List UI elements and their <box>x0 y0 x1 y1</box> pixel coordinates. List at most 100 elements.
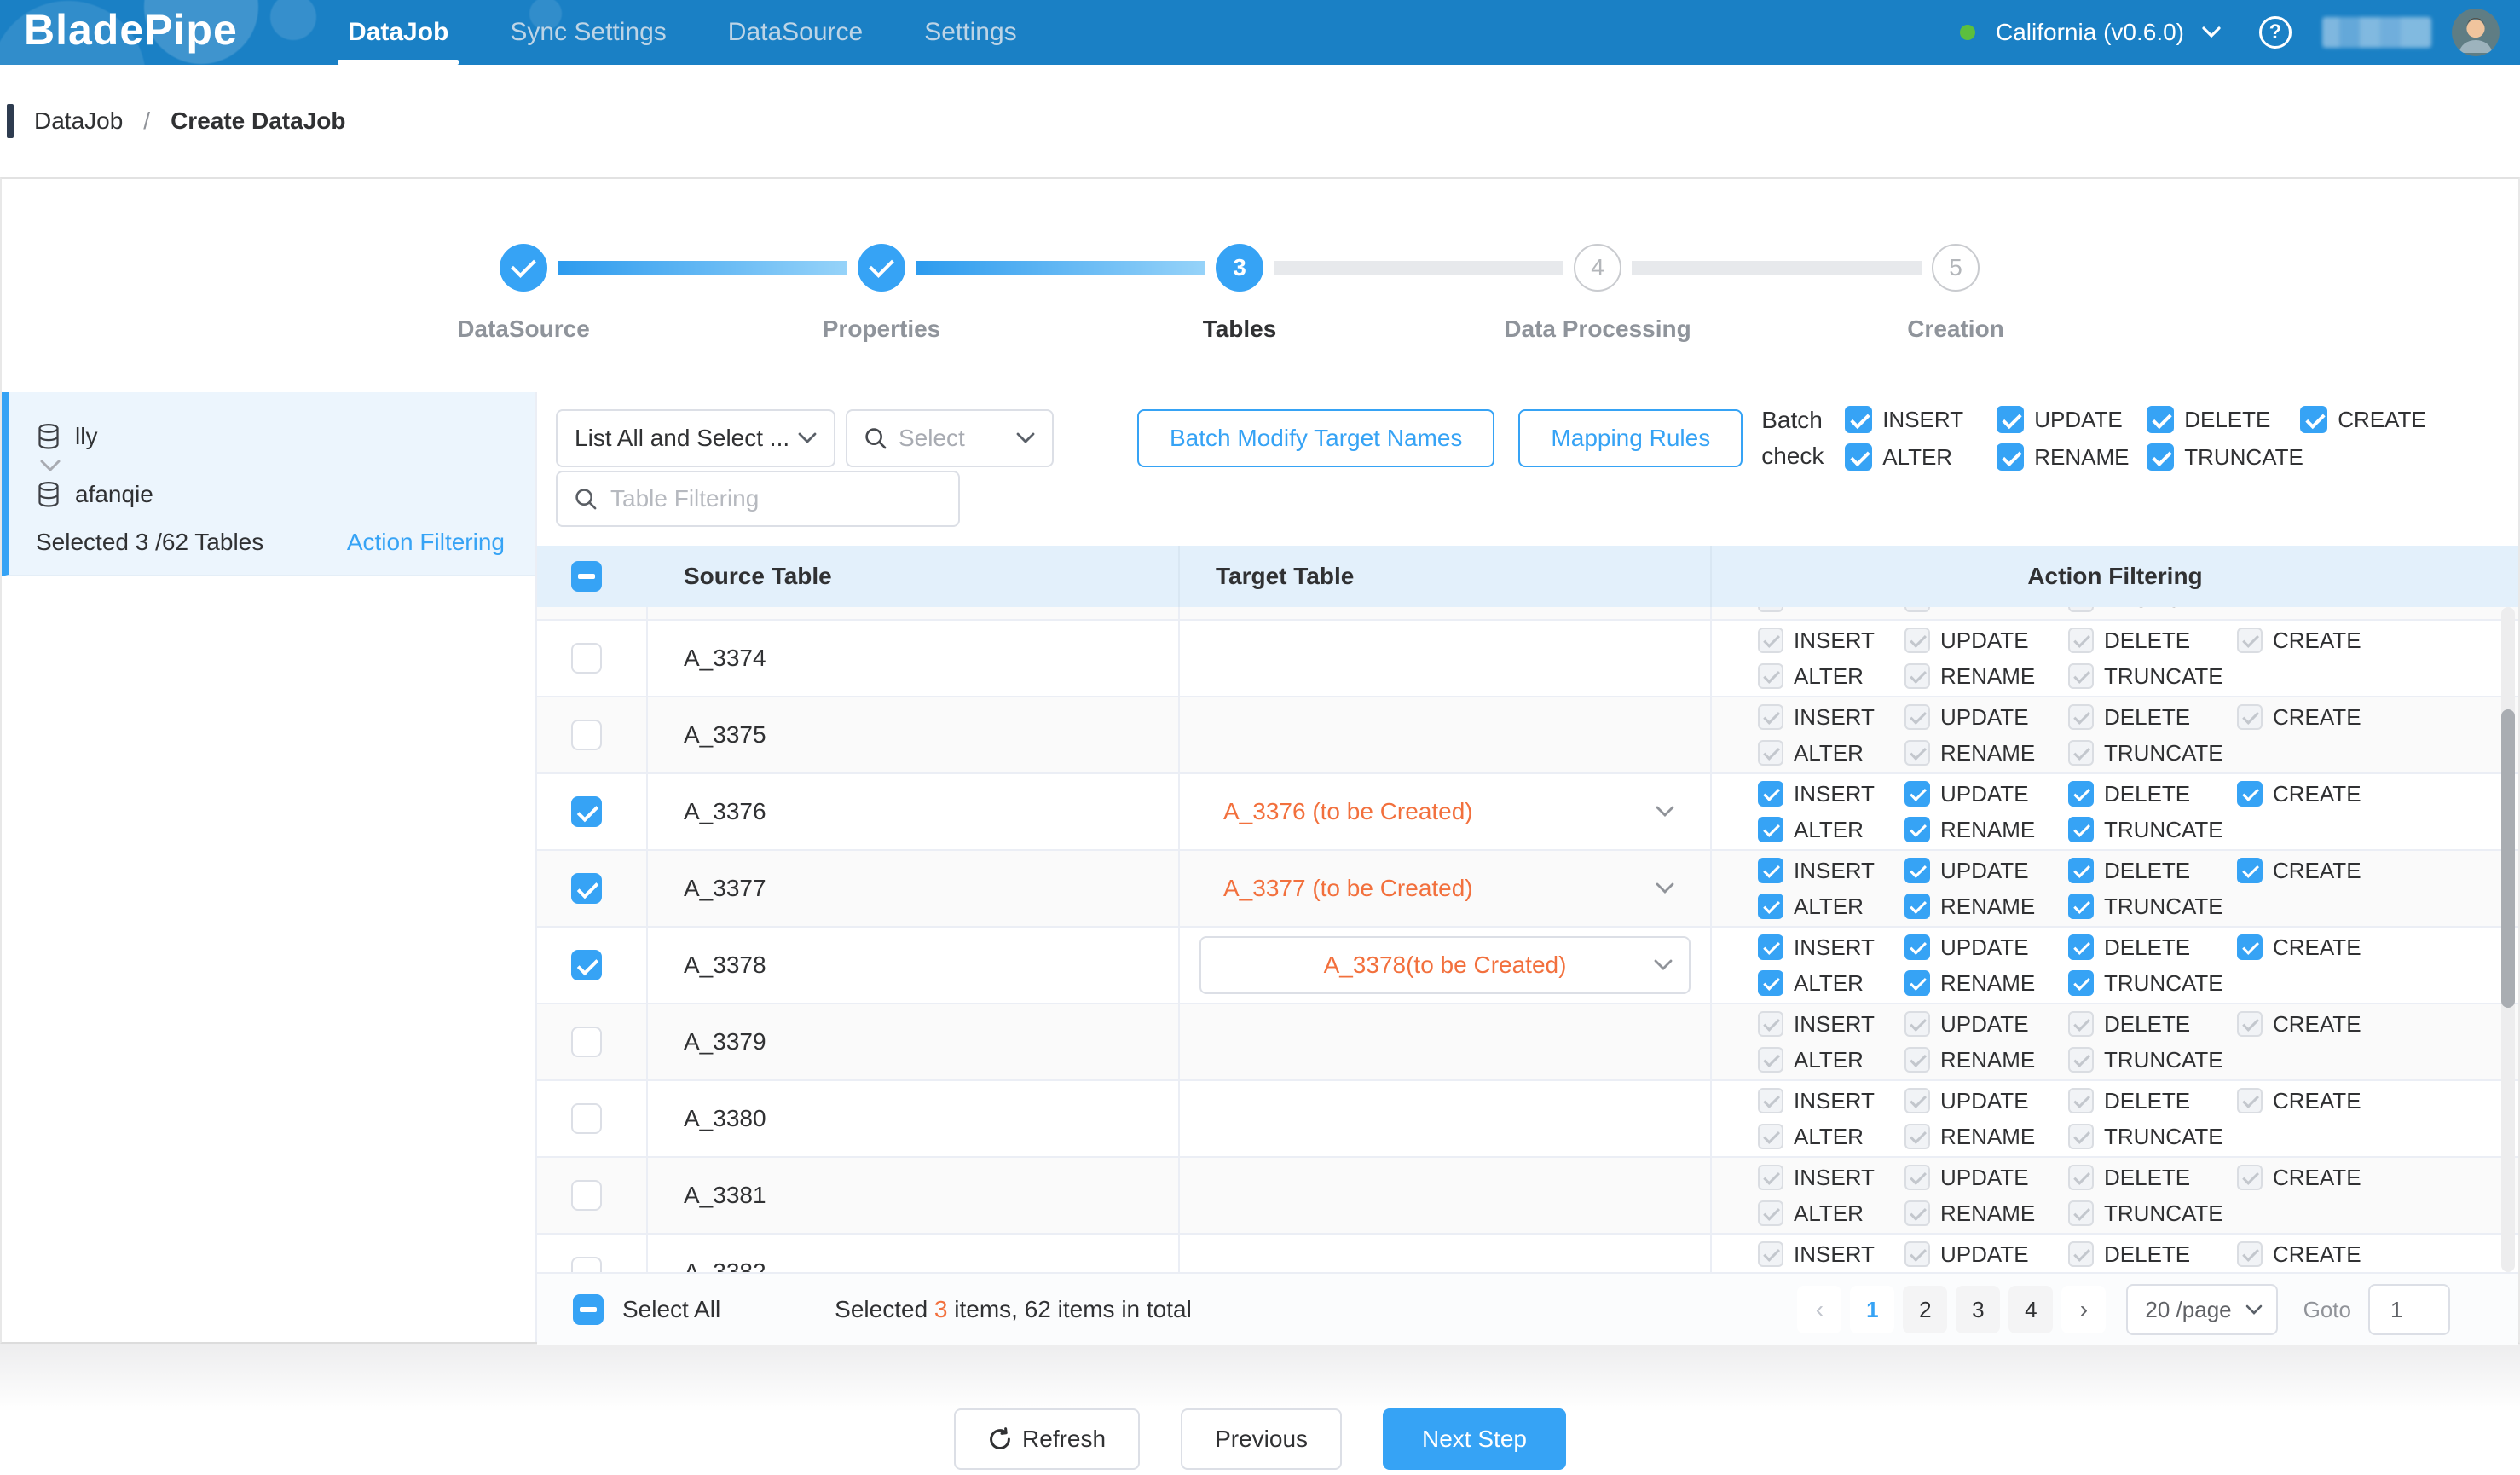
action-filtering-cell: INSERTUPDATEDELETECREATEALTERRENAMETRUNC… <box>1712 1235 2518 1272</box>
table-row: A_3378 A_3378(to be Created) INSERTUPDAT… <box>537 928 2518 1004</box>
delete-checkbox[interactable] <box>2068 858 2094 883</box>
insert-checkbox[interactable] <box>1845 406 1872 433</box>
select-all-checkbox[interactable] <box>573 1294 604 1325</box>
row-checkbox[interactable] <box>571 950 602 980</box>
truncate-checkbox[interactable] <box>2068 970 2094 996</box>
action-checkbox-delete: DELETE <box>2068 858 2237 884</box>
alter-checkbox[interactable] <box>1758 894 1783 919</box>
batch-modify-target-names-button[interactable]: Batch Modify Target Names <box>1137 409 1494 467</box>
chevron-down-icon[interactable] <box>2201 26 2222 39</box>
pagination-page-1[interactable]: 1 <box>1850 1286 1894 1333</box>
pagination-prev-button[interactable]: ‹ <box>1797 1286 1841 1333</box>
alter-checkbox <box>1758 1200 1783 1226</box>
create-checkbox[interactable] <box>2237 858 2263 883</box>
list-mode-select[interactable]: List All and Select ... <box>556 409 835 467</box>
alter-checkbox[interactable] <box>1758 817 1783 842</box>
row-checkbox[interactable] <box>571 643 602 674</box>
select-page-checkbox[interactable] <box>571 561 602 592</box>
schema-mapping-item[interactable]: lly afanqie <box>2 392 535 576</box>
insert-checkbox[interactable] <box>1758 934 1783 960</box>
row-checkbox[interactable] <box>571 796 602 827</box>
brand-logo[interactable]: BladePipe <box>0 0 321 65</box>
mapping-rules-button[interactable]: Mapping Rules <box>1518 409 1743 467</box>
pagination-page-2[interactable]: 2 <box>1903 1286 1947 1333</box>
row-checkbox[interactable] <box>571 720 602 750</box>
target-table-select[interactable]: A_3377 (to be Created) <box>1199 859 1691 917</box>
target-table-select[interactable]: A_3378(to be Created) <box>1199 936 1691 994</box>
avatar[interactable] <box>2452 9 2500 56</box>
row-checkbox[interactable] <box>571 1027 602 1057</box>
goto-page-input[interactable] <box>2368 1284 2450 1335</box>
row-checkbox[interactable] <box>571 1180 602 1211</box>
update-checkbox[interactable] <box>1904 858 1930 883</box>
update-checkbox[interactable] <box>1904 781 1930 807</box>
page-size-select[interactable]: 20 /page <box>2126 1284 2277 1335</box>
cluster-version-label[interactable]: California (v0.6.0) <box>1996 19 2184 46</box>
action-checkbox-truncate: TRUNCATE <box>2147 443 2300 471</box>
next-step-button[interactable]: Next Step <box>1383 1408 1566 1470</box>
table-select-dropdown[interactable]: Select <box>846 409 1054 467</box>
delete-checkbox[interactable] <box>2147 406 2174 433</box>
step-circle-datasource[interactable] <box>500 244 547 292</box>
pagination-page-3[interactable]: 3 <box>1956 1286 2000 1333</box>
delete-checkbox <box>2068 1011 2094 1037</box>
nav-tab-datajob[interactable]: DataJob <box>321 0 476 65</box>
action-checkbox-create: CREATE <box>2237 781 2518 807</box>
target-table-select[interactable]: A_3376 (to be Created) <box>1199 783 1691 841</box>
step-circle-tables[interactable]: 3 <box>1216 244 1263 292</box>
checkbox-label: INSERT <box>1794 1011 1875 1038</box>
alter-checkbox[interactable] <box>1845 443 1872 471</box>
alter-checkbox[interactable] <box>1758 970 1783 996</box>
update-checkbox[interactable] <box>1904 934 1930 960</box>
checkbox-label: UPDATE <box>1940 704 2029 731</box>
truncate-checkbox <box>2068 740 2094 766</box>
truncate-checkbox[interactable] <box>2068 894 2094 919</box>
update-checkbox[interactable] <box>1997 406 2024 433</box>
delete-checkbox[interactable] <box>2068 781 2094 807</box>
checkbox-label: TRUNCATE <box>2104 970 2223 997</box>
create-checkbox[interactable] <box>2237 934 2263 960</box>
action-checkbox-insert: INSERT <box>1758 858 1904 884</box>
action-filtering-link[interactable]: Action Filtering <box>347 529 505 556</box>
row-checkbox[interactable] <box>571 873 602 904</box>
source-table-name: A_3375 <box>684 721 766 749</box>
nav-tab-settings[interactable]: Settings <box>897 0 1043 65</box>
target-table-name: A_3378(to be Created) <box>1201 952 1689 979</box>
action-checkbox-alter: ALTER <box>1758 607 1904 613</box>
row-checkbox[interactable] <box>571 1103 602 1134</box>
table-filter-input[interactable] <box>610 485 941 512</box>
checkbox-label: DELETE <box>2184 407 2270 433</box>
row-checkbox[interactable] <box>571 1257 602 1272</box>
rename-checkbox[interactable] <box>1904 970 1930 996</box>
insert-checkbox[interactable] <box>1758 858 1783 883</box>
vertical-scrollbar[interactable] <box>2501 607 2515 1272</box>
update-checkbox <box>1904 1165 1930 1190</box>
update-checkbox <box>1904 1011 1930 1037</box>
refresh-button[interactable]: Refresh <box>954 1408 1140 1470</box>
delete-checkbox[interactable] <box>2068 934 2094 960</box>
checkbox-label: INSERT <box>1794 1088 1875 1114</box>
nav-tab-datasource[interactable]: DataSource <box>701 0 890 65</box>
create-checkbox[interactable] <box>2300 406 2327 433</box>
action-checkbox-alter: ALTER <box>1758 1200 1904 1227</box>
truncate-checkbox[interactable] <box>2147 443 2174 471</box>
breadcrumb-parent[interactable]: DataJob <box>34 107 123 135</box>
rename-checkbox[interactable] <box>1997 443 2024 471</box>
target-table-cell: A_3378(to be Created) <box>1180 928 1712 1003</box>
previous-button[interactable]: Previous <box>1181 1408 1342 1470</box>
create-checkbox[interactable] <box>2237 781 2263 807</box>
action-checkbox-update: UPDATE <box>1904 858 2068 884</box>
rename-checkbox[interactable] <box>1904 817 1930 842</box>
pagination-next-button[interactable]: › <box>2061 1286 2106 1333</box>
scrollbar-thumb[interactable] <box>2501 709 2515 1008</box>
truncate-checkbox[interactable] <box>2068 817 2094 842</box>
target-table-cell: A_3377 (to be Created) <box>1180 851 1712 926</box>
help-icon[interactable]: ? <box>2259 16 2292 49</box>
pagination-page-4[interactable]: 4 <box>2008 1286 2053 1333</box>
rename-checkbox[interactable] <box>1904 894 1930 919</box>
checkbox-label: RENAME <box>1940 817 2035 843</box>
insert-checkbox[interactable] <box>1758 781 1783 807</box>
rename-checkbox <box>1904 740 1930 766</box>
step-circle-properties[interactable] <box>858 244 905 292</box>
nav-tab-sync-settings[interactable]: Sync Settings <box>483 0 693 65</box>
